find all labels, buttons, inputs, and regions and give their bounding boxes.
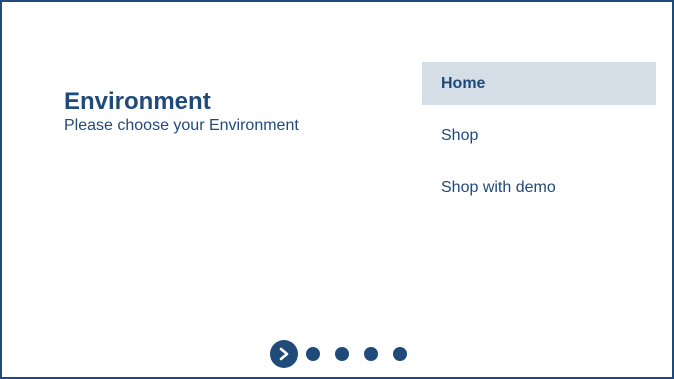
- menu-item-home[interactable]: Home: [422, 62, 656, 105]
- menu-item-shop[interactable]: Shop: [422, 114, 656, 157]
- page-title: Environment: [64, 88, 211, 115]
- menu-item-shop-with-demo[interactable]: Shop with demo: [422, 166, 656, 209]
- page-subtitle: Please choose your Environment: [64, 117, 299, 134]
- step-indicator: [270, 340, 422, 368]
- header-block: Environment Please choose your Environme…: [64, 88, 299, 136]
- step-indicator-dot: [364, 347, 378, 361]
- environment-menu: Home Shop Shop with demo: [422, 62, 656, 218]
- environment-screen: Environment Please choose your Environme…: [0, 0, 674, 379]
- step-indicator-dot: [306, 347, 320, 361]
- chevron-right-icon: [279, 347, 289, 361]
- step-indicator-dot: [393, 347, 407, 361]
- step-indicator-current: [270, 340, 298, 368]
- step-indicator-dot: [335, 347, 349, 361]
